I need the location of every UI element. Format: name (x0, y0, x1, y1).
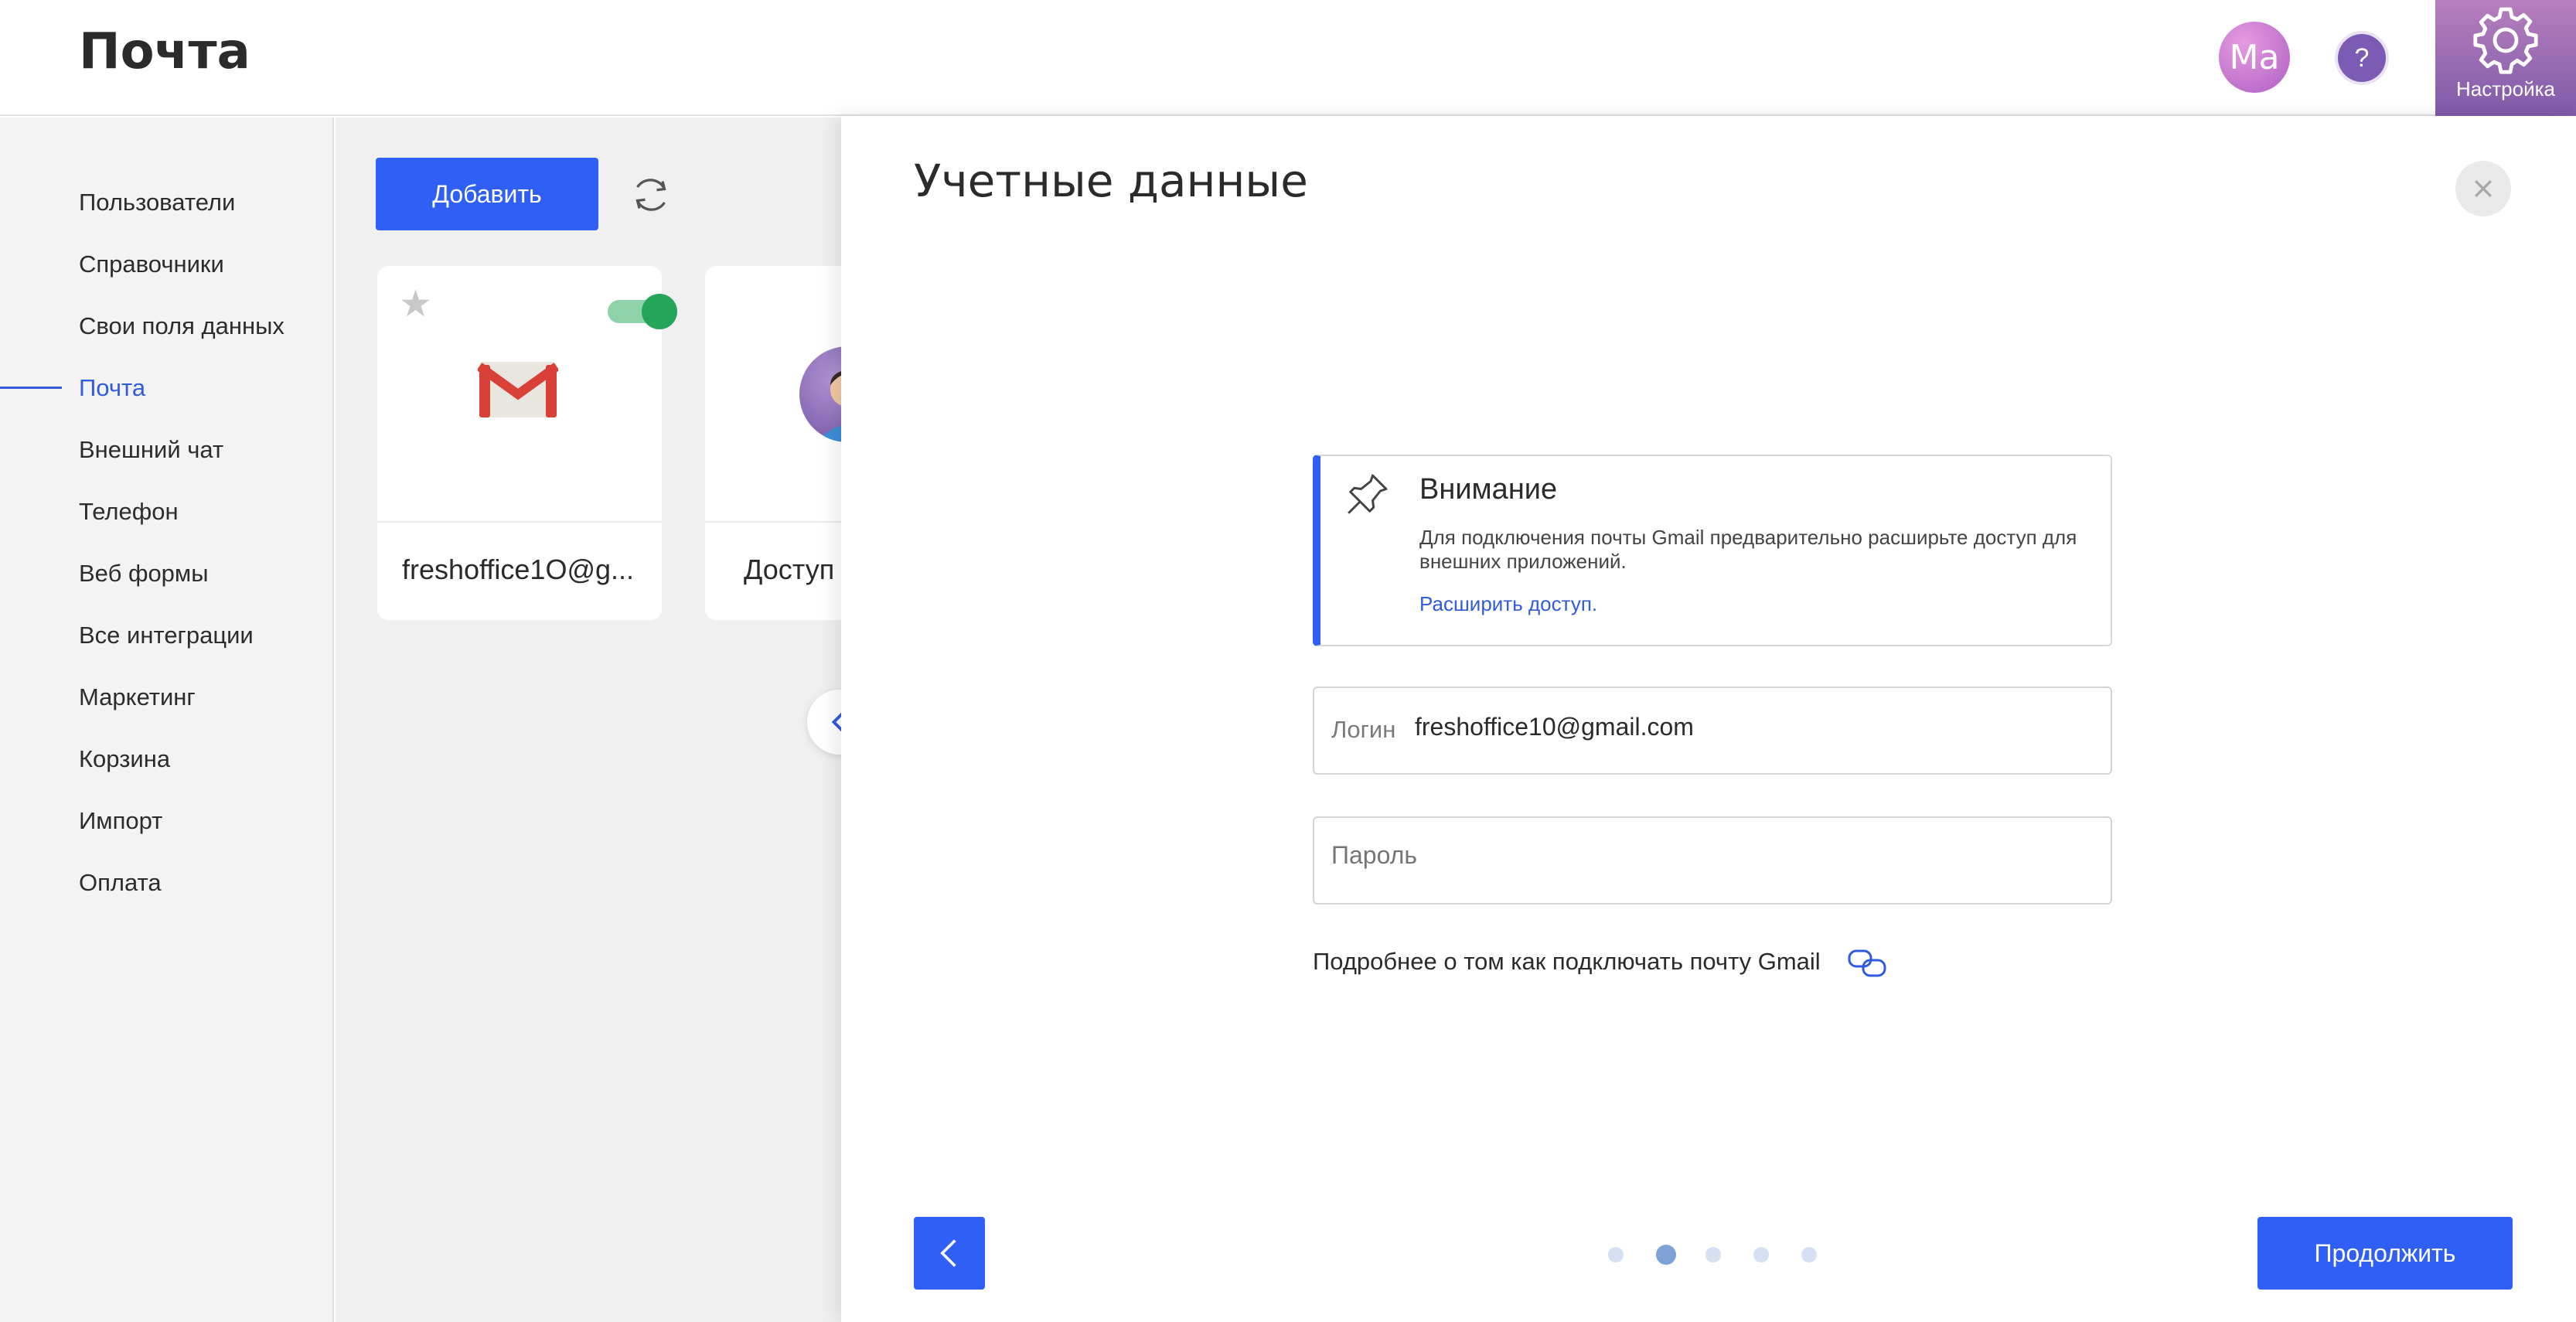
sidebar-item-web-forms[interactable]: Веб формы (79, 560, 209, 588)
toggle-knob (642, 294, 677, 329)
sidebar-item-all-integrations[interactable]: Все интеграции (79, 622, 254, 649)
sidebar-item-users[interactable]: Пользователи (79, 189, 235, 216)
sidebar-item-mail[interactable]: Почта (79, 374, 145, 402)
sidebar-item-external-chat[interactable]: Внешний чат (79, 436, 223, 464)
sidebar-item-marketing[interactable]: Маркетинг (79, 683, 196, 711)
refresh-icon[interactable] (628, 172, 674, 218)
link-icon[interactable] (1846, 946, 1888, 980)
panel-title: Учетные данные (914, 155, 1308, 207)
gear-icon (2473, 7, 2538, 74)
sidebar-item-custom-fields[interactable]: Свои поля данных (79, 312, 285, 340)
step-dot-active (1656, 1245, 1676, 1265)
close-button[interactable] (2455, 161, 2511, 216)
sidebar-item-directories[interactable]: Справочники (79, 250, 224, 278)
gmail-icon (478, 362, 558, 417)
notice-text: Для подключения почты Gmail предваритель… (1419, 526, 2077, 573)
login-label: Логин (1331, 716, 1396, 743)
card-divider (377, 521, 662, 523)
star-icon[interactable]: ★ (399, 286, 436, 323)
notice-title: Внимание (1419, 473, 1558, 506)
account-toggle[interactable] (608, 294, 677, 329)
continue-button[interactable]: Продолжить (2257, 1217, 2513, 1290)
sidebar-item-trash[interactable]: Корзина (79, 745, 170, 773)
step-dot (1608, 1247, 1624, 1262)
chevron-left-icon (940, 1239, 956, 1267)
password-input[interactable] (1331, 841, 1996, 870)
sidebar: Пользователи Справочники Свои поля данны… (0, 118, 334, 1322)
login-value[interactable]: freshoffice10@gmail.com (1415, 713, 2080, 741)
credentials-panel: Учетные данные Внимание Для подключения … (841, 116, 2576, 1322)
close-icon (2474, 179, 2493, 198)
gmail-help-text: Подробнее о том как подключать почту Gma… (1313, 948, 1821, 975)
settings-button[interactable]: Настройка (2435, 0, 2576, 116)
back-button[interactable] (914, 1217, 985, 1290)
step-indicator (1608, 1245, 1849, 1265)
active-nav-indicator (0, 387, 62, 389)
sidebar-item-import[interactable]: Импорт (79, 807, 162, 835)
attention-notice: Внимание Для подключения почты Gmail пре… (1313, 455, 2112, 646)
step-dot (1705, 1247, 1721, 1262)
card-name: freshoffice1O@g... (402, 554, 635, 585)
top-header: Почта Ма ? Настройка (0, 0, 2576, 116)
settings-label: Настройка (2456, 77, 2555, 101)
password-field[interactable] (1313, 816, 2112, 905)
page-title: Почта (79, 23, 250, 80)
pin-icon (1348, 474, 1388, 514)
user-avatar[interactable]: Ма (2219, 22, 2290, 93)
add-button[interactable]: Добавить (376, 158, 598, 230)
step-dot (1753, 1247, 1769, 1262)
step-dot (1801, 1247, 1817, 1262)
help-button[interactable]: ? (2338, 34, 2386, 82)
expand-access-link[interactable]: Расширить доступ. (1419, 592, 1597, 616)
card-name: Доступ (744, 554, 835, 585)
sidebar-item-phone[interactable]: Телефон (79, 498, 179, 526)
login-field[interactable]: Логин freshoffice10@gmail.com (1313, 687, 2112, 775)
sidebar-item-payment[interactable]: Оплата (79, 869, 162, 897)
mail-account-card[interactable]: ★ freshoffice1O@g... (377, 266, 677, 620)
